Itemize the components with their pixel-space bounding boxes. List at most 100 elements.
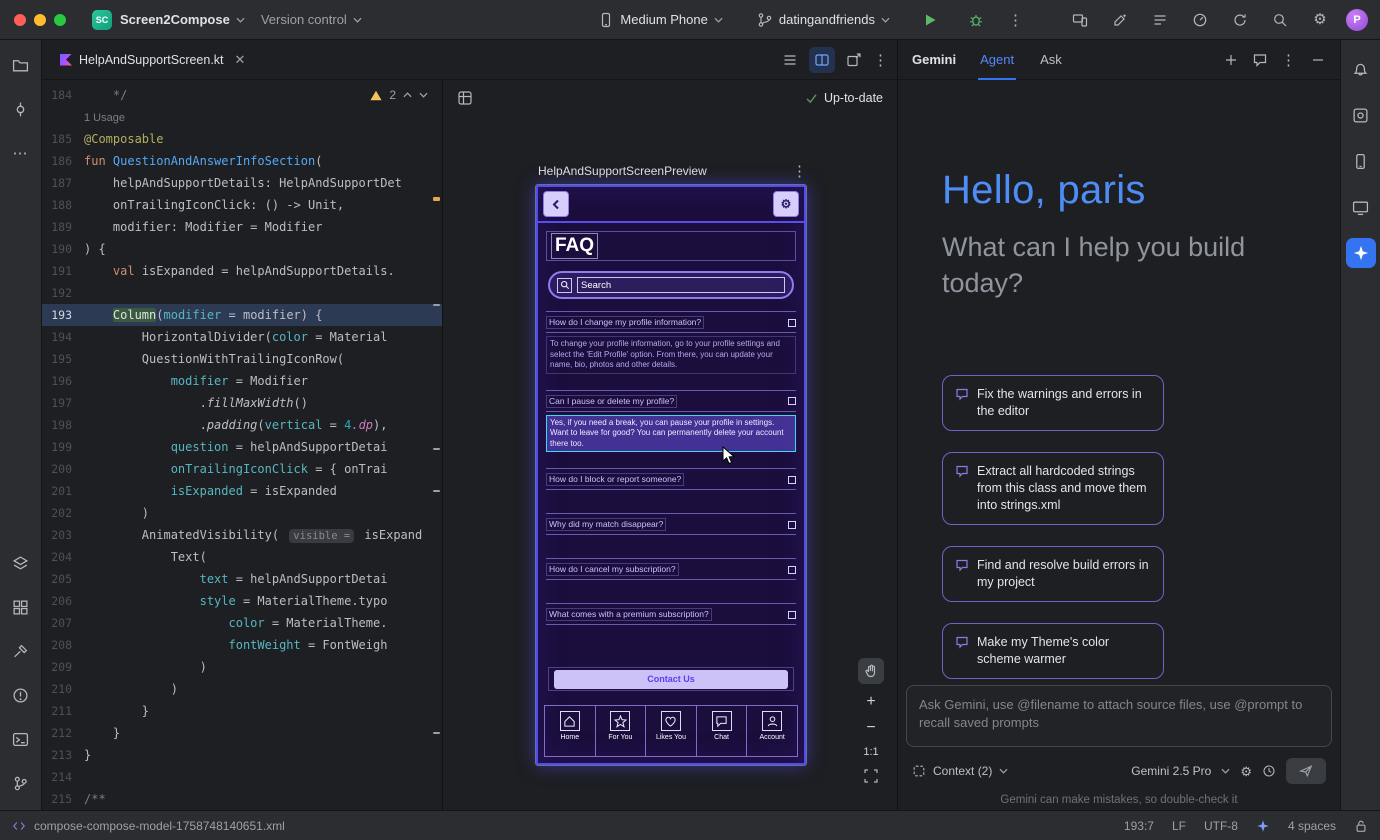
line-number[interactable]: 195 xyxy=(42,348,84,370)
line-number[interactable]: 204 xyxy=(42,546,84,568)
line-separator-widget[interactable]: LF xyxy=(1172,819,1186,833)
code-line[interactable]: 211 } xyxy=(42,700,442,722)
line-number[interactable]: 208 xyxy=(42,634,84,656)
expand-toggle-icon[interactable] xyxy=(788,566,796,574)
line-number[interactable]: 186 xyxy=(42,150,84,172)
code-line[interactable]: 196 modifier = Modifier xyxy=(42,370,442,392)
line-number[interactable]: 185 xyxy=(42,128,84,150)
line-number[interactable]: 198 xyxy=(42,414,84,436)
project-tool-button[interactable] xyxy=(6,50,36,80)
profiler-button[interactable] xyxy=(1186,6,1214,34)
code-line[interactable]: 199 question = helpAndSupportDetai xyxy=(42,436,442,458)
inspections-widget[interactable]: 2 xyxy=(368,88,430,102)
nav-item-home[interactable]: Home xyxy=(545,706,595,756)
line-number[interactable]: 207 xyxy=(42,612,84,634)
suggestion-card[interactable]: Extract all hardcoded strings from this … xyxy=(942,452,1164,525)
code-line[interactable]: 1 Usage xyxy=(42,106,442,128)
gemini-prompt-input[interactable] xyxy=(906,685,1332,747)
build-tool-button[interactable] xyxy=(6,636,36,666)
expand-toggle-icon[interactable] xyxy=(788,319,796,327)
line-number[interactable]: 192 xyxy=(42,282,84,304)
preview-layout-icon[interactable] xyxy=(457,90,473,106)
code-line[interactable]: 214 xyxy=(42,766,442,788)
resource-manager-button[interactable] xyxy=(6,592,36,622)
user-avatar[interactable]: P xyxy=(1346,9,1368,31)
line-number[interactable]: 197 xyxy=(42,392,84,414)
line-number[interactable]: 194 xyxy=(42,326,84,348)
line-number[interactable]: 210 xyxy=(42,678,84,700)
pan-tool-button[interactable] xyxy=(858,658,884,684)
line-number[interactable]: 199 xyxy=(42,436,84,458)
expand-toggle-icon[interactable] xyxy=(788,611,796,619)
line-number[interactable]: 188 xyxy=(42,194,84,216)
project-selector[interactable]: Screen2Compose xyxy=(112,6,253,34)
line-number[interactable]: 213 xyxy=(42,744,84,766)
commit-tool-button[interactable] xyxy=(6,94,36,124)
line-number[interactable]: 206 xyxy=(42,590,84,612)
history-icon[interactable] xyxy=(1262,764,1276,778)
code-line[interactable]: 190) { xyxy=(42,238,442,260)
tab-agent[interactable]: Agent xyxy=(978,40,1016,80)
open-in-window-button[interactable] xyxy=(841,47,867,73)
device-manager-button[interactable] xyxy=(1346,146,1376,176)
code-line[interactable]: 204 Text( xyxy=(42,546,442,568)
nav-item-account[interactable]: Account xyxy=(746,706,797,756)
app-inspection-button[interactable] xyxy=(6,548,36,578)
preview-options-menu[interactable]: ⋮ xyxy=(792,162,808,180)
problems-tool-button[interactable] xyxy=(6,680,36,710)
code-line[interactable]: 207 color = MaterialTheme. xyxy=(42,612,442,634)
line-number[interactable]: 211 xyxy=(42,700,84,722)
line-number[interactable]: 196 xyxy=(42,370,84,392)
code-line[interactable]: 193 Column(modifier = modifier) { xyxy=(42,304,442,326)
contact-us-button[interactable]: Contact Us xyxy=(554,670,788,689)
faq-question-row[interactable]: What comes with a premium subscription? xyxy=(546,608,796,625)
faq-question-row[interactable]: How do I cancel my subscription? xyxy=(546,563,796,580)
code-line[interactable]: 187 helpAndSupportDetails: HelpAndSuppor… xyxy=(42,172,442,194)
code-line[interactable]: 188 onTrailingIconClick: () -> Unit, xyxy=(42,194,442,216)
nav-item-for-you[interactable]: For You xyxy=(595,706,646,756)
zoom-100-button[interactable]: 1:1 xyxy=(863,746,878,758)
code-line[interactable]: 208 fontWeight = FontWeigh xyxy=(42,634,442,656)
code-line[interactable]: 191 val isExpanded = helpAndSupportDetai… xyxy=(42,260,442,282)
prev-warning-icon[interactable] xyxy=(403,92,412,98)
lock-icon[interactable] xyxy=(1354,819,1368,833)
search-input[interactable]: Search xyxy=(577,277,785,293)
search-everywhere-button[interactable] xyxy=(1266,6,1294,34)
zoom-out-button[interactable]: − xyxy=(866,720,875,736)
minimize-window-button[interactable] xyxy=(34,14,46,26)
layout-inspector-button[interactable] xyxy=(1346,100,1376,130)
nav-item-chat[interactable]: Chat xyxy=(696,706,747,756)
zoom-in-button[interactable]: + xyxy=(866,694,875,710)
line-number[interactable]: 212 xyxy=(42,722,84,744)
search-bar[interactable]: Search xyxy=(548,271,794,299)
more-tool-windows-button[interactable]: ⋯ xyxy=(6,138,36,168)
gemini-rail-button[interactable] xyxy=(1346,238,1376,268)
code-line[interactable]: 201 isExpanded = isExpanded xyxy=(42,480,442,502)
faq-question-row[interactable]: How do I block or report someone? xyxy=(546,473,796,490)
code-line[interactable]: 202 ) xyxy=(42,502,442,524)
nav-item-likes-you[interactable]: Likes You xyxy=(645,706,696,756)
model-selector[interactable]: Gemini 2.5 Pro xyxy=(1131,764,1211,778)
code-line[interactable]: 200 onTrailingIconClick = { onTrai xyxy=(42,458,442,480)
sync-button[interactable] xyxy=(1226,6,1254,34)
new-chat-icon[interactable] xyxy=(1223,52,1239,68)
line-number[interactable]: 187 xyxy=(42,172,84,194)
hide-panel-icon[interactable] xyxy=(1310,52,1326,68)
line-number[interactable] xyxy=(42,106,84,128)
split-editor-preview-button[interactable] xyxy=(809,47,835,73)
code-line[interactable]: 215/** xyxy=(42,788,442,810)
ai-spark-icon[interactable] xyxy=(1256,819,1270,833)
line-number[interactable]: 193 xyxy=(42,304,84,326)
code-line[interactable]: 185@Composable xyxy=(42,128,442,150)
running-devices-button[interactable] xyxy=(1346,192,1376,222)
next-warning-icon[interactable] xyxy=(419,92,428,98)
device-mirroring-button[interactable] xyxy=(1066,6,1094,34)
version-control-menu[interactable]: Version control xyxy=(253,6,370,34)
suggestion-card[interactable]: Make my Theme's color scheme warmer xyxy=(942,623,1164,679)
suggestion-card[interactable]: Find and resolve build errors in my proj… xyxy=(942,546,1164,602)
back-button[interactable] xyxy=(544,192,568,216)
faq-question-row[interactable]: Can I pause or delete my profile? xyxy=(546,395,796,412)
expand-toggle-icon[interactable] xyxy=(788,476,796,484)
ai-actions-button[interactable] xyxy=(1106,6,1134,34)
line-number[interactable]: 200 xyxy=(42,458,84,480)
